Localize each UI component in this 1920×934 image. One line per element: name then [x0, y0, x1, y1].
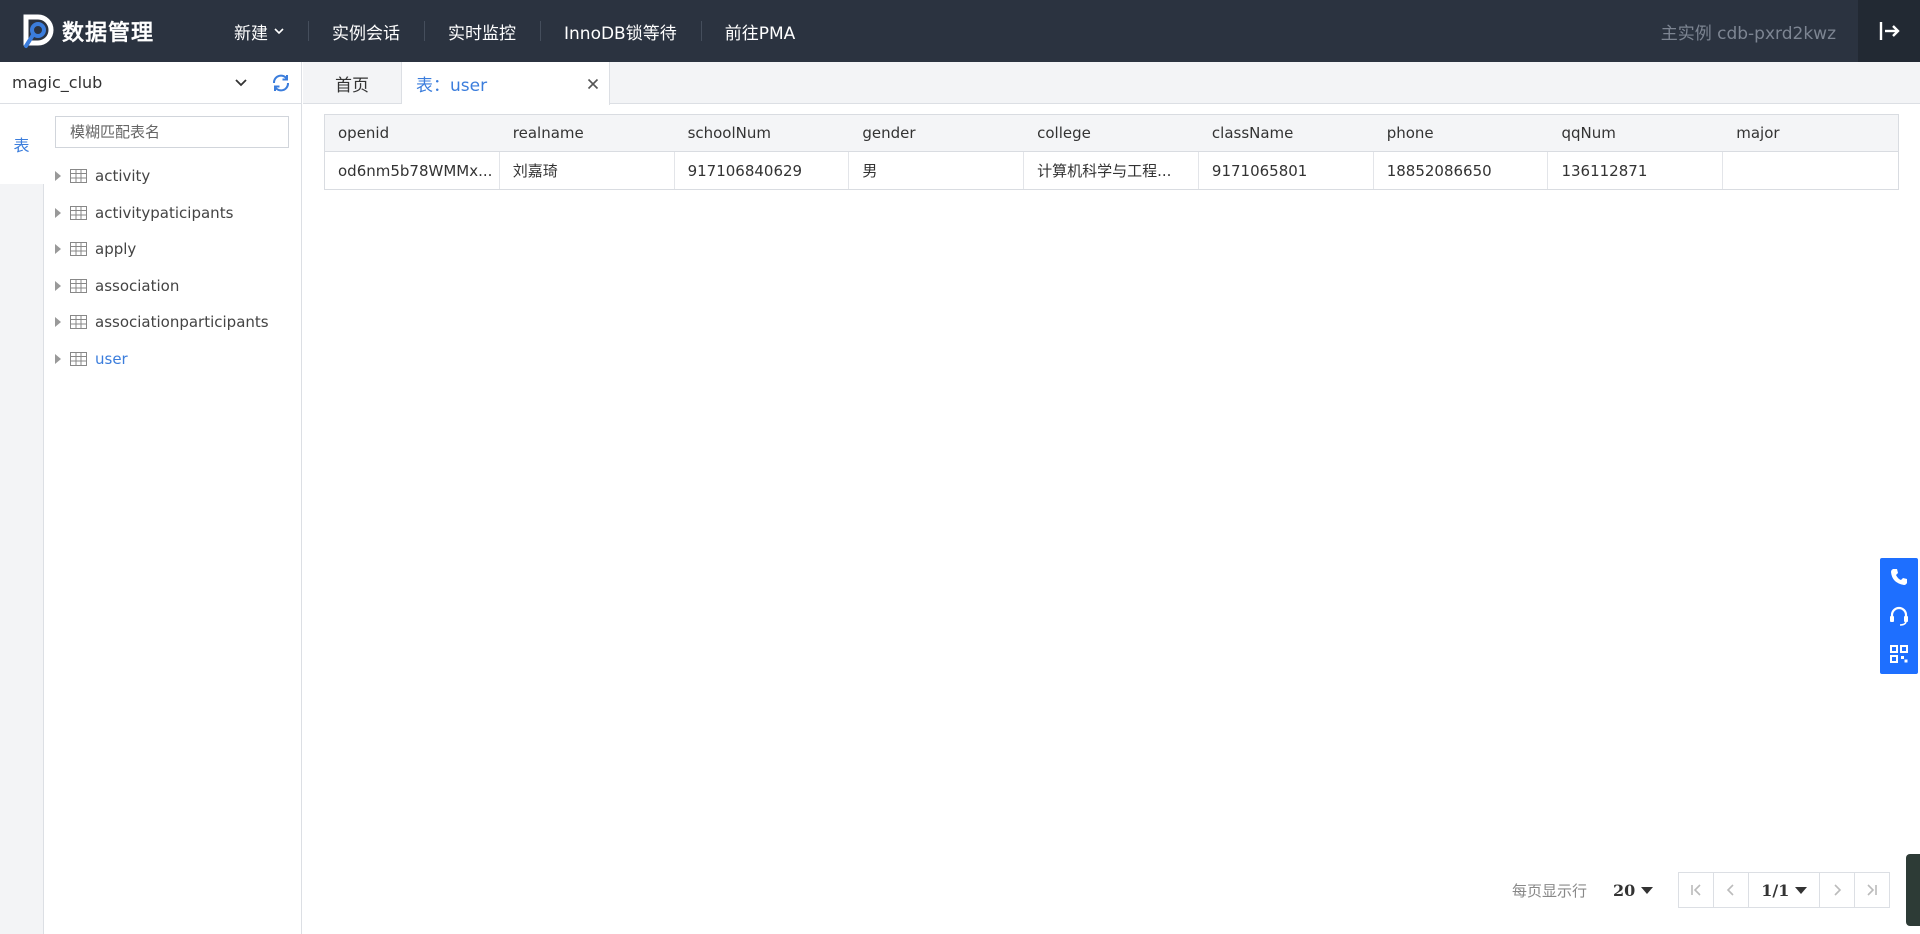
tab-label: 表：user	[416, 76, 488, 96]
close-icon[interactable]	[587, 78, 599, 90]
page-select[interactable]: 1/1	[1748, 872, 1821, 908]
phone-button[interactable]	[1880, 558, 1918, 597]
table-icon	[70, 351, 87, 366]
tree-item-activitypaticipants[interactable]: activitypaticipants	[52, 195, 300, 232]
last-page-icon	[1867, 884, 1878, 896]
tree-item-activity[interactable]: activity	[52, 158, 300, 195]
nav-pma[interactable]: 前往PMA	[700, 0, 820, 62]
column-header[interactable]: schoolNum	[675, 115, 850, 151]
side-widget[interactable]	[1906, 854, 1920, 926]
expand-arrow-icon[interactable]	[55, 207, 61, 218]
tree-item-label: apply	[95, 240, 137, 259]
grid-cell[interactable]: 18852086650	[1374, 152, 1549, 189]
grid-cell[interactable]: 计算机科学与工程...	[1024, 152, 1199, 189]
prev-page-button[interactable]	[1713, 872, 1750, 908]
expand-arrow-icon[interactable]	[55, 353, 61, 364]
column-header[interactable]: phone	[1374, 115, 1549, 151]
qrcode-icon	[1890, 645, 1908, 664]
column-header[interactable]: openid	[325, 115, 500, 151]
tree-item-label: user	[95, 349, 128, 368]
next-page-icon	[1834, 884, 1842, 896]
expand-arrow-icon[interactable]	[55, 244, 61, 255]
top-bar: 数据管理 新建 实例会话 实时监控 InnoDB锁等待 前往PMA 主实例 cd…	[0, 0, 1920, 62]
grid-header-row: openid realname schoolNum gender college…	[325, 115, 1898, 152]
logo[interactable]: 数据管理	[20, 12, 154, 50]
logout-icon	[1879, 22, 1900, 40]
table-icon	[70, 278, 87, 293]
column-header[interactable]: gender	[849, 115, 1024, 151]
nav-innodb-locks[interactable]: InnoDB锁等待	[540, 0, 701, 62]
chevron-down-icon	[274, 28, 284, 35]
tree-item-apply[interactable]: apply	[52, 231, 300, 268]
table-search-input[interactable]	[55, 116, 289, 148]
table-tree: activity activitypaticipants apply assoc…	[52, 158, 300, 377]
column-header[interactable]: college	[1024, 115, 1199, 151]
nav-monitor[interactable]: 实时监控	[424, 0, 540, 62]
first-page-icon	[1691, 884, 1701, 896]
grid-cell[interactable]	[1723, 152, 1898, 189]
table-icon	[70, 242, 87, 257]
logo-text: 数据管理	[62, 21, 155, 46]
per-page-label: 每页显示行	[1512, 881, 1588, 900]
per-page-value: 20	[1613, 880, 1636, 900]
left-panel: magic_club 表 activity activitypaticipant…	[0, 62, 302, 934]
tree-item-label: associationparticipants	[95, 313, 269, 332]
grid-cell[interactable]: od6nm5b78WMMx...	[325, 152, 500, 189]
tree-item-label: activitypaticipants	[95, 203, 234, 222]
tab-tables[interactable]: 表	[0, 104, 44, 184]
nav-new-label: 新建	[234, 23, 268, 44]
first-page-button[interactable]	[1678, 872, 1715, 908]
floating-service-panel	[1880, 558, 1918, 674]
instance-label: 主实例 cdb-pxrd2kwz	[1660, 23, 1836, 44]
tab-bar: 首页 表：user	[303, 62, 1920, 105]
grid-cell[interactable]: 刘嘉琦	[500, 152, 675, 189]
grid-cell[interactable]: 917106840629	[675, 152, 850, 189]
expand-arrow-icon[interactable]	[55, 280, 61, 291]
tab-home[interactable]: 首页	[303, 62, 402, 104]
tree-item-association[interactable]: association	[52, 268, 300, 305]
column-header[interactable]: className	[1199, 115, 1374, 151]
last-page-button[interactable]	[1854, 872, 1891, 908]
expand-arrow-icon[interactable]	[55, 317, 61, 328]
column-header[interactable]: realname	[500, 115, 675, 151]
database-select[interactable]: magic_club	[0, 62, 302, 104]
support-button[interactable]	[1880, 597, 1918, 636]
column-header[interactable]: qqNum	[1548, 115, 1723, 151]
grid-cell[interactable]: 136112871	[1548, 152, 1724, 189]
tree-item-associationparticipants[interactable]: associationparticipants	[52, 304, 300, 341]
pagination: 每页显示行 20 1/1	[1512, 872, 1891, 908]
grid-cell[interactable]: 9171065801	[1199, 152, 1374, 189]
caret-down-icon	[1795, 886, 1808, 894]
table-icon	[70, 169, 87, 184]
database-name: magic_club	[12, 73, 103, 92]
prev-page-icon	[1727, 884, 1734, 896]
column-header[interactable]: major	[1723, 115, 1898, 151]
vertical-tabs: 表	[0, 104, 44, 934]
headset-icon	[1890, 606, 1908, 626]
table-row[interactable]: od6nm5b78WMMx... 刘嘉琦 917106840629 男 计算机科…	[325, 152, 1898, 189]
phone-icon	[1891, 569, 1907, 586]
nav-new[interactable]: 新建	[218, 0, 308, 62]
logo-icon	[23, 14, 54, 48]
tab-table-user[interactable]: 表：user	[402, 62, 610, 105]
caret-down-icon	[1641, 886, 1654, 894]
tree-item-label: activity	[95, 167, 151, 186]
next-page-button[interactable]	[1819, 872, 1856, 908]
nav-sessions[interactable]: 实例会话	[308, 0, 424, 62]
tree-item-label: association	[95, 276, 180, 295]
table-icon	[70, 205, 87, 220]
logout-button[interactable]	[1858, 0, 1920, 62]
top-nav: 新建 实例会话 实时监控 InnoDB锁等待 前往PMA	[218, 0, 819, 62]
grid-cell[interactable]: 男	[849, 152, 1025, 189]
chevron-down-icon	[235, 78, 247, 86]
refresh-icon[interactable]	[270, 72, 292, 94]
table-icon	[70, 315, 87, 330]
expand-arrow-icon[interactable]	[55, 171, 61, 182]
current-page: 1/1	[1761, 880, 1790, 900]
per-page-select[interactable]: 20	[1613, 880, 1654, 900]
data-grid: openid realname schoolNum gender college…	[324, 114, 1899, 190]
qrcode-button[interactable]	[1880, 635, 1918, 674]
tree-item-user[interactable]: user	[52, 341, 300, 378]
